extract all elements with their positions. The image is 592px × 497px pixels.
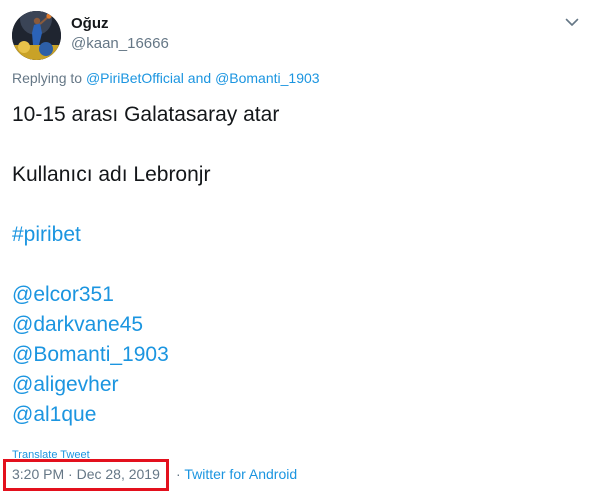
reply-user-link[interactable]: @PiriBetOfficial (86, 70, 184, 86)
mention-link[interactable]: @al1que (12, 402, 96, 428)
replying-to: Replying to @PiriBetOfficial and @Bomant… (12, 70, 320, 87)
display-name[interactable]: Oğuz (71, 15, 109, 33)
tweet-text-line: 10-15 arası Galatasaray atar (12, 103, 280, 126)
source-link[interactable]: Twitter for Android (184, 466, 297, 482)
mention-link[interactable]: @elcor351 (12, 282, 114, 308)
mention-link[interactable]: @darkvane45 (12, 312, 143, 338)
replying-to-label: Replying to (12, 70, 86, 86)
reply-conjunction: and (183, 70, 216, 86)
hashtag-link[interactable]: #piribet (12, 222, 81, 248)
tweet-text-line: Kullanıcı adı Lebronjr (12, 163, 211, 186)
mention-link[interactable]: @Bomanti_1903 (12, 342, 169, 368)
user-handle[interactable]: @kaan_16666 (71, 35, 169, 53)
chevron-down-icon[interactable] (562, 12, 582, 32)
mention-link[interactable]: @aligevher (12, 372, 119, 398)
tweet-source-link: · Twitter for Android (176, 466, 297, 483)
avatar[interactable] (12, 11, 61, 60)
tweet: Oğuz @kaan_16666 Replying to @PiriBetOff… (0, 0, 592, 497)
reply-user-link[interactable]: @Bomanti_1903 (215, 70, 320, 86)
highlight-box (3, 459, 169, 491)
